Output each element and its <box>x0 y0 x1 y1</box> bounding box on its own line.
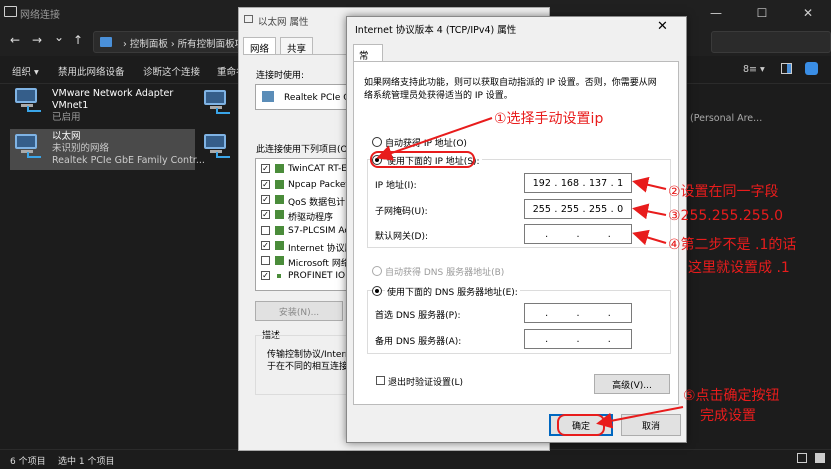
arrow-3 <box>632 203 667 220</box>
arrow-1 <box>376 117 493 161</box>
annotation-step1: ①选择手动设置ip <box>494 111 604 127</box>
arrow-4 <box>632 229 667 246</box>
annotation-step4-line2: 这里就设置成 .1 <box>688 260 790 276</box>
annotation-step4-line1: ④第二步不是 .1的话 <box>668 237 797 253</box>
annotation-step5-line1: ⑤点击确定按钮 <box>683 388 780 404</box>
arrow-5 <box>596 406 684 429</box>
arrow-2 <box>632 176 667 193</box>
annotation-step2: ②设置在同一字段 <box>668 184 779 200</box>
annotation-step5-line2: 完成设置 <box>700 408 756 424</box>
annotation-step3: ③255.255.255.0 <box>668 208 783 224</box>
